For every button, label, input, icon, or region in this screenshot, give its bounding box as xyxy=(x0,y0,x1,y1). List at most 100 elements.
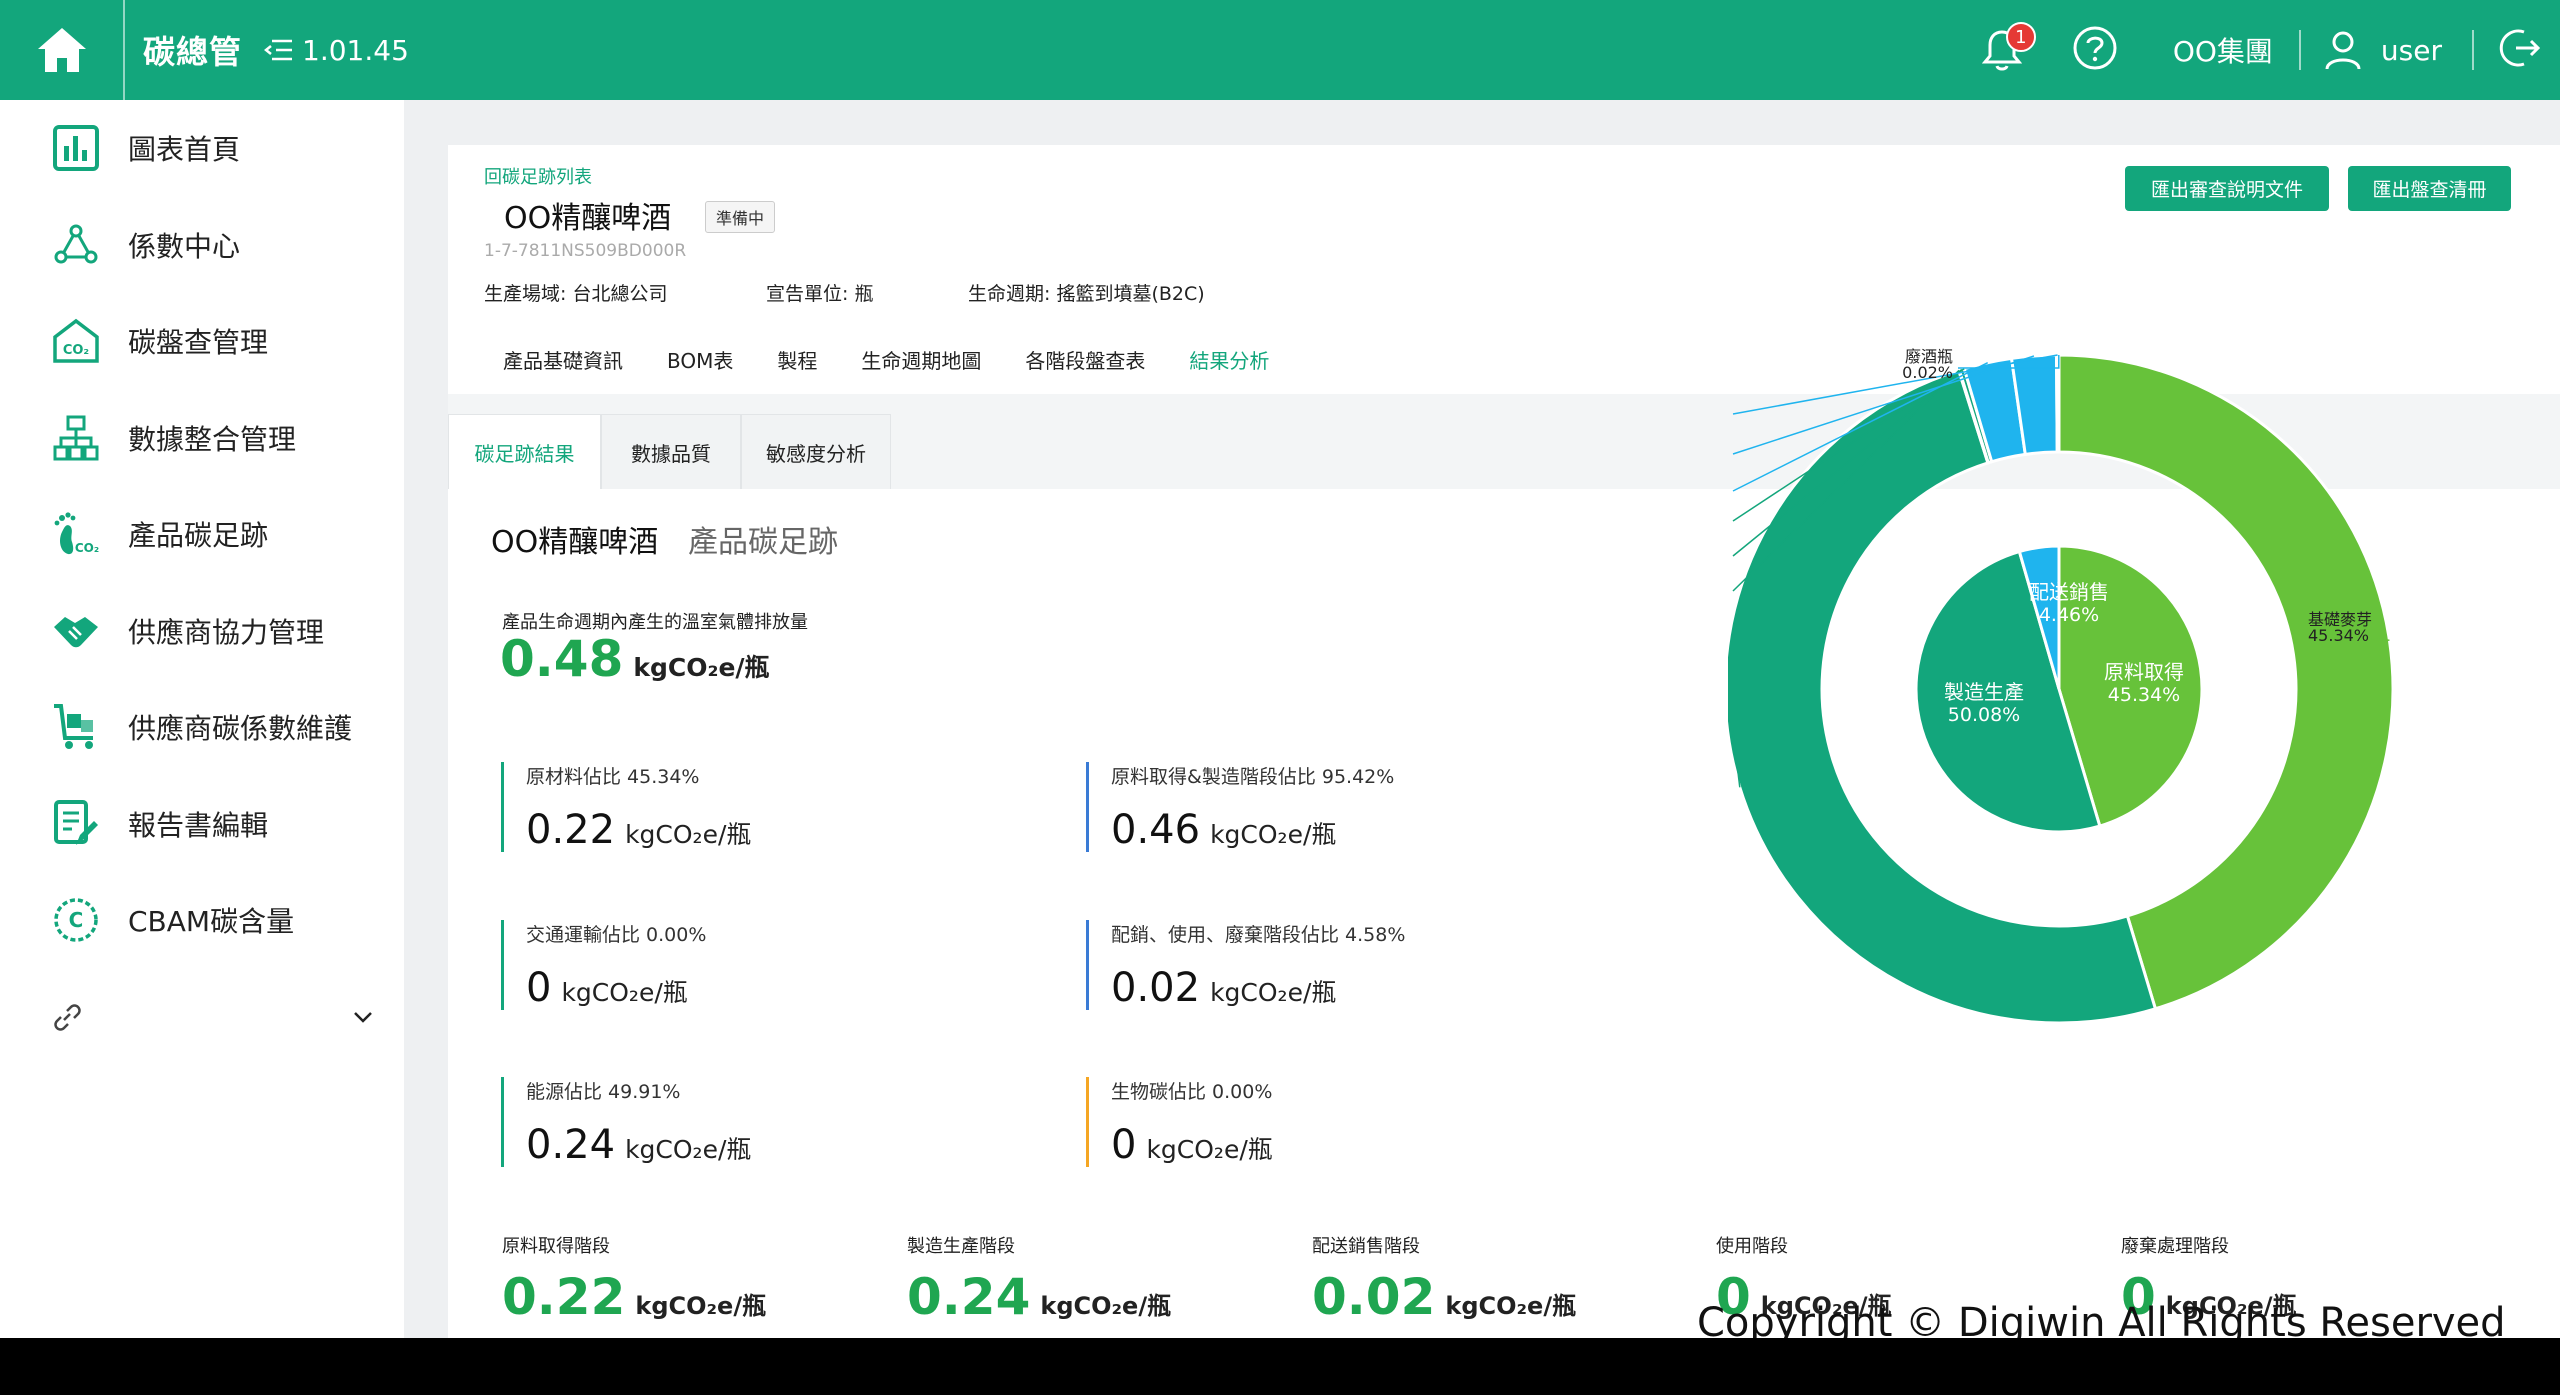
total-emission-unit: kgCO₂e/瓶 xyxy=(633,653,770,682)
menu-toggle[interactable]: 1.01.45 xyxy=(264,34,409,67)
sidebar-item-label: CBAM碳含量 xyxy=(128,905,295,939)
top-bar: 碳總管 1.01.45 1 OO集團 user xyxy=(0,0,2560,100)
org-selector[interactable]: OO集團 xyxy=(2173,30,2273,70)
inner-label-1: 製造生產 xyxy=(1944,680,2024,704)
sidebar-item-label: 產品碳足跡 xyxy=(128,519,269,553)
sidebar-settings-row[interactable] xyxy=(0,969,404,1065)
tab-process[interactable]: 製程 xyxy=(777,345,817,397)
export-review-doc-button[interactable]: 匯出審查說明文件 xyxy=(2125,166,2329,211)
card-unit: kgCO₂e/瓶 xyxy=(1210,820,1337,849)
sidebar-item-product-footprint[interactable]: CO₂ 產品碳足跡 xyxy=(0,486,404,583)
sidebar-item-report-editor[interactable]: 報告書編輯 xyxy=(0,776,404,873)
notification-button[interactable]: 1 xyxy=(1972,20,2036,80)
sidebar-item-cbam[interactable]: C CBAM碳含量 xyxy=(0,872,404,969)
main-tabs: 產品基礎資訊 BOM表 製程 生命週期地圖 各階段盤查表 結果分析 xyxy=(503,345,1313,397)
sidebar: 圖表首頁 係數中心 CO₂ 碳盤查管理 數據整合管理 CO₂ 產品碳足跡 供應商… xyxy=(0,100,404,1338)
bar-chart-icon xyxy=(50,122,102,174)
card-unit: kgCO₂e/瓶 xyxy=(625,1135,752,1164)
donut-svg: 原料取得45.34%製造生產50.08%配送銷售4.46%基礎麥芽45.34%電… xyxy=(1626,347,2395,1025)
results-subtitle: 產品碳足跡 xyxy=(688,525,838,560)
card-unit: kgCO₂e/瓶 xyxy=(561,978,688,1007)
tab-result-analysis[interactable]: 結果分析 xyxy=(1189,345,1270,397)
stage-value: 0.24 xyxy=(907,1268,1031,1326)
notification-badge: 1 xyxy=(2005,22,2036,52)
status-badge: 準備中 xyxy=(705,201,776,233)
sidebar-item-label: 數據整合管理 xyxy=(128,422,297,456)
sidebar-item-label: 圖表首頁 xyxy=(128,133,241,167)
card-label: 原材料佔比 45.34% xyxy=(526,766,700,788)
tab-lifecycle-map[interactable]: 生命週期地圖 xyxy=(861,345,981,397)
help-icon xyxy=(2073,26,2117,70)
meta-site: 生產場域: 台北總公司 xyxy=(484,283,668,305)
results-title: OO精釀啤酒 xyxy=(491,525,659,560)
card-value: 0 xyxy=(526,965,552,1011)
stage-unit: kgCO₂e/瓶 xyxy=(635,1292,767,1320)
app-title: 碳總管 xyxy=(143,33,243,71)
sidebar-item-label: 係數中心 xyxy=(128,229,241,263)
sidebar-item-supplier-collab[interactable]: 供應商協力管理 xyxy=(0,583,404,680)
network-icon xyxy=(50,219,102,271)
card-label: 生物碳佔比 0.00% xyxy=(1111,1081,1273,1103)
footprint-donut-chart: 原料取得45.34%製造生產50.08%配送銷售4.46%基礎麥芽45.34%電… xyxy=(1626,245,2560,1338)
hierarchy-icon xyxy=(50,412,102,464)
svg-text:CO₂: CO₂ xyxy=(75,541,99,555)
stage-label: 製造生產階段 xyxy=(907,1236,1015,1257)
card-label: 能源佔比 49.91% xyxy=(526,1081,681,1103)
sidebar-item-carbon-inventory[interactable]: CO₂ 碳盤查管理 xyxy=(0,293,404,390)
product-code: 1-7-7811NS509BD000R xyxy=(484,241,687,261)
sidebar-item-dashboard[interactable]: 圖表首頁 xyxy=(0,100,404,197)
card-unit: kgCO₂e/瓶 xyxy=(625,820,752,849)
inner-pct-1: 50.08% xyxy=(1948,704,2020,726)
tab-bom[interactable]: BOM表 xyxy=(667,345,733,397)
stage-unit: kgCO₂e/瓶 xyxy=(1445,1292,1577,1320)
home-button[interactable] xyxy=(0,0,125,100)
user-name: user xyxy=(2380,33,2442,67)
sidebar-item-coefficients[interactable]: 係數中心 xyxy=(0,197,404,294)
stage-manufacturing: 製造生產階段 0.24 kgCO₂e/瓶 xyxy=(907,1232,1171,1326)
card-acquire-manufacture: 原料取得&製造階段佔比 95.42% 0.46 kgCO₂e/瓶 xyxy=(1086,762,1606,853)
svg-text:CO₂: CO₂ xyxy=(63,343,89,358)
tab-stage-inventory[interactable]: 各階段盤查表 xyxy=(1025,345,1145,397)
main-panel: 回碳足跡列表 OO精釀啤酒 準備中 1-7-7811NS509BD000R 生產… xyxy=(448,145,2560,1338)
report-edit-icon xyxy=(50,798,102,850)
sidebar-item-supplier-coefficients[interactable]: 供應商碳係數維護 xyxy=(0,679,404,776)
card-biogenic-carbon: 生物碳佔比 0.00% 0 kgCO₂e/瓶 xyxy=(1086,1077,1606,1168)
meta-unit: 宣告單位: 瓶 xyxy=(766,283,874,305)
stage-unit: kgCO₂e/瓶 xyxy=(1040,1292,1172,1320)
outer-pct-8: 0.02% xyxy=(1902,363,1953,382)
tab-basic-info[interactable]: 產品基礎資訊 xyxy=(503,345,623,397)
handshake-icon xyxy=(50,605,102,657)
export-inventory-button[interactable]: 匯出盤查清冊 xyxy=(2348,166,2511,211)
logout-icon xyxy=(2499,29,2541,67)
stage-raw-acquisition: 原料取得階段 0.22 kgCO₂e/瓶 xyxy=(502,1232,766,1326)
card-value: 0.02 xyxy=(1111,965,1201,1011)
card-label: 交通運輸佔比 0.00% xyxy=(526,924,707,946)
outer-pct-0: 45.34% xyxy=(2308,626,2369,645)
card-unit: kgCO₂e/瓶 xyxy=(1210,978,1337,1007)
subtab-footprint-result[interactable]: 碳足跡結果 xyxy=(448,414,601,489)
cbam-icon: C xyxy=(50,894,102,946)
logout-button[interactable] xyxy=(2498,26,2542,74)
user-menu[interactable]: user xyxy=(2323,29,2442,71)
user-icon xyxy=(2325,31,2361,70)
card-value: 0.24 xyxy=(526,1122,616,1168)
copyright: Copyright © Digiwin All Rights Reserved xyxy=(1697,1300,2506,1338)
card-label: 配銷、使用、廢棄階段佔比 4.58% xyxy=(1111,924,1406,946)
help-button[interactable] xyxy=(2072,25,2118,75)
card-value: 0.46 xyxy=(1111,807,1201,853)
meta-lifecycle: 生命週期: 搖籃到墳墓(B2C) xyxy=(968,283,1205,305)
app-window: 碳總管 1.01.45 1 OO集團 user 圖表首頁 係數中心 CO₂ 碳盤… xyxy=(0,0,2560,1338)
sidebar-item-data-integration[interactable]: 數據整合管理 xyxy=(0,390,404,487)
version-label: 1.01.45 xyxy=(302,33,409,67)
co2-house-icon: CO₂ xyxy=(50,315,102,367)
total-emission: 0.48 kgCO₂e/瓶 xyxy=(500,630,770,688)
link-icon xyxy=(54,1003,81,1031)
card-transport: 交通運輸佔比 0.00% 0 kgCO₂e/瓶 xyxy=(501,920,1021,1011)
back-to-list-link[interactable]: 回碳足跡列表 xyxy=(484,163,592,189)
inner-label-0: 原料取得 xyxy=(2104,660,2184,684)
stage-value: 0.22 xyxy=(502,1268,626,1326)
subtab-data-quality[interactable]: 數據品質 xyxy=(601,414,741,489)
sidebar-item-label: 報告書編輯 xyxy=(128,808,269,842)
divider xyxy=(2472,30,2474,70)
subtab-sensitivity[interactable]: 敏感度分析 xyxy=(741,414,891,489)
